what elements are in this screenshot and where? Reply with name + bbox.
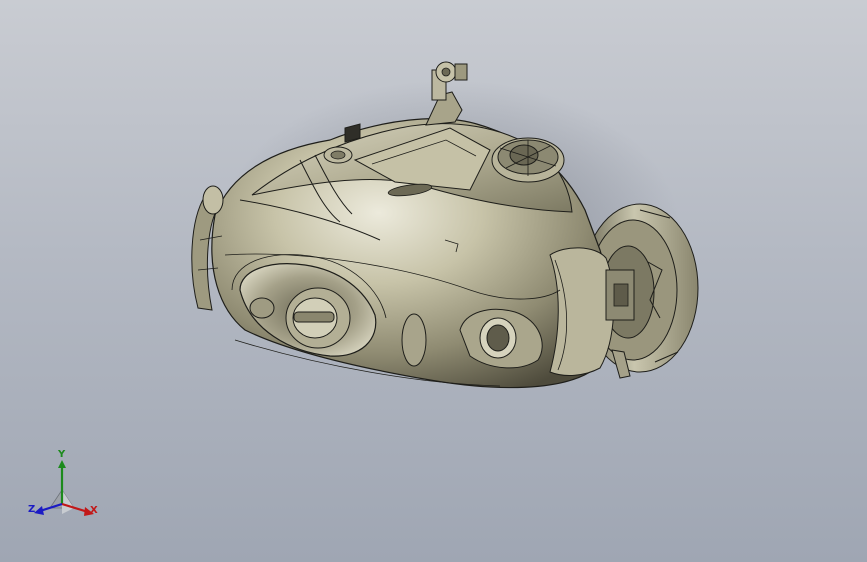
x-axis-label: X xyxy=(90,505,98,516)
side-dial xyxy=(285,287,351,349)
side-boss xyxy=(249,297,275,319)
y-axis-label: Y xyxy=(58,449,66,460)
side-oval-plate xyxy=(401,313,427,367)
y-axis-arrow xyxy=(58,460,66,468)
top-gear-knob xyxy=(491,137,565,183)
z-axis-arrow xyxy=(34,506,44,515)
3d-model-view[interactable] xyxy=(0,0,867,562)
z-axis-label: Z xyxy=(28,504,36,515)
axis-triad: Y X Z xyxy=(22,448,112,528)
graphics-viewport[interactable]: Y X Z xyxy=(0,0,867,562)
triad-graphic xyxy=(34,460,94,516)
rear-collar xyxy=(549,247,615,376)
